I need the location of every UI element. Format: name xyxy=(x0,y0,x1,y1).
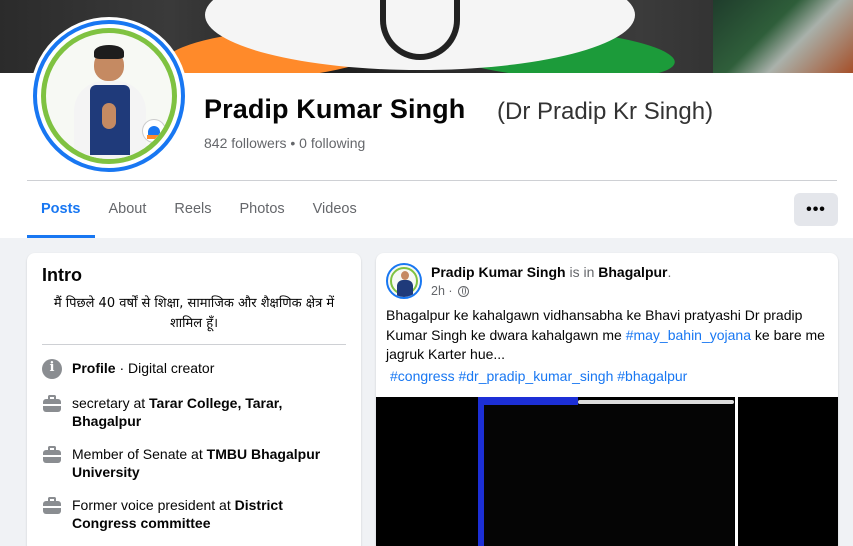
cover-flag-image xyxy=(713,0,853,73)
info-icon xyxy=(42,359,62,379)
post-avatar-body xyxy=(397,280,413,297)
post-avatar-face xyxy=(401,271,409,280)
post-author-avatar[interactable] xyxy=(386,263,422,299)
briefcase-icon xyxy=(42,394,62,414)
intro-item-work-3: Former voice president at District Congr… xyxy=(42,496,346,532)
globe-icon[interactable] xyxy=(457,285,469,297)
intro-divider xyxy=(42,344,346,345)
tab-posts[interactable]: Posts xyxy=(27,181,95,238)
intro-item-work-1: secretary at Tarar College, Tarar, Bhaga… xyxy=(42,394,346,430)
post-video[interactable] xyxy=(376,397,838,546)
tab-videos[interactable]: Videos xyxy=(299,181,371,238)
intro-card: Intro मैं पिछले 40 वर्षों से शिक्षा, साम… xyxy=(27,253,361,546)
profile-name: Pradip Kumar Singh xyxy=(204,94,466,124)
post-author-name[interactable]: Pradip Kumar Singh xyxy=(431,264,566,280)
intro-item-text: Member of Senate at TMBU Bhagalpur Unive… xyxy=(72,446,321,480)
intro-item-text: Profile · Digital creator xyxy=(72,360,215,376)
intro-item-profile: Profile · Digital creator xyxy=(42,359,346,379)
avatar-photo xyxy=(41,28,177,164)
video-frame xyxy=(484,405,734,546)
profile-alternate-name: (Dr Pradip Kr Singh) xyxy=(497,98,714,125)
tab-photos[interactable]: Photos xyxy=(225,181,298,238)
profile-avatar[interactable] xyxy=(30,17,188,175)
profile-tabs: Posts About Reels Photos Videos xyxy=(27,181,371,238)
intro-item-bold: Profile xyxy=(72,360,116,376)
post-hashtags[interactable]: #congress #dr_pradip_kumar_singh #bhagal… xyxy=(390,368,687,384)
briefcase-icon xyxy=(42,496,62,516)
intro-title: Intro xyxy=(42,265,82,285)
avatar-folded-hands xyxy=(102,103,116,129)
post-location[interactable]: Bhagalpur xyxy=(598,264,667,280)
tab-reels[interactable]: Reels xyxy=(160,181,225,238)
story-ring xyxy=(33,20,185,172)
hashtag-link[interactable]: #may_bahin_yojana xyxy=(626,327,751,343)
post-card: Pradip Kumar Singh is in Bhagalpur. 2h ·… xyxy=(376,253,838,546)
follower-stats[interactable]: 842 followers • 0 following xyxy=(204,135,365,151)
post-audience-dot: · xyxy=(444,284,453,298)
intro-bio: मैं पिछले 40 वर्षों से शिक्षा, सामाजिक औ… xyxy=(53,296,335,331)
video-separator xyxy=(735,397,738,546)
video-blue-top xyxy=(478,397,578,405)
post-text: Bhagalpur ke kahalgawn vidhansabha ke Bh… xyxy=(386,307,825,362)
avatar-hair xyxy=(94,45,124,59)
briefcase-icon xyxy=(42,445,62,465)
intro-item-text: Former voice president at District Congr… xyxy=(72,497,283,531)
post-location-prefix: is in xyxy=(569,264,595,280)
tab-about[interactable]: About xyxy=(95,181,161,238)
intro-item-work-2: Member of Senate at TMBU Bhagalpur Unive… xyxy=(42,445,346,481)
intro-item-text: secretary at Tarar College, Tarar, Bhaga… xyxy=(72,395,283,429)
party-logo-icon xyxy=(142,119,166,143)
post-header: Pradip Kumar Singh is in Bhagalpur. xyxy=(431,264,672,280)
more-options-button[interactable]: ••• xyxy=(794,193,838,226)
post-timestamp[interactable]: 2h xyxy=(431,284,445,298)
video-white-line xyxy=(578,400,734,404)
post-meta: 2h · xyxy=(431,284,469,298)
